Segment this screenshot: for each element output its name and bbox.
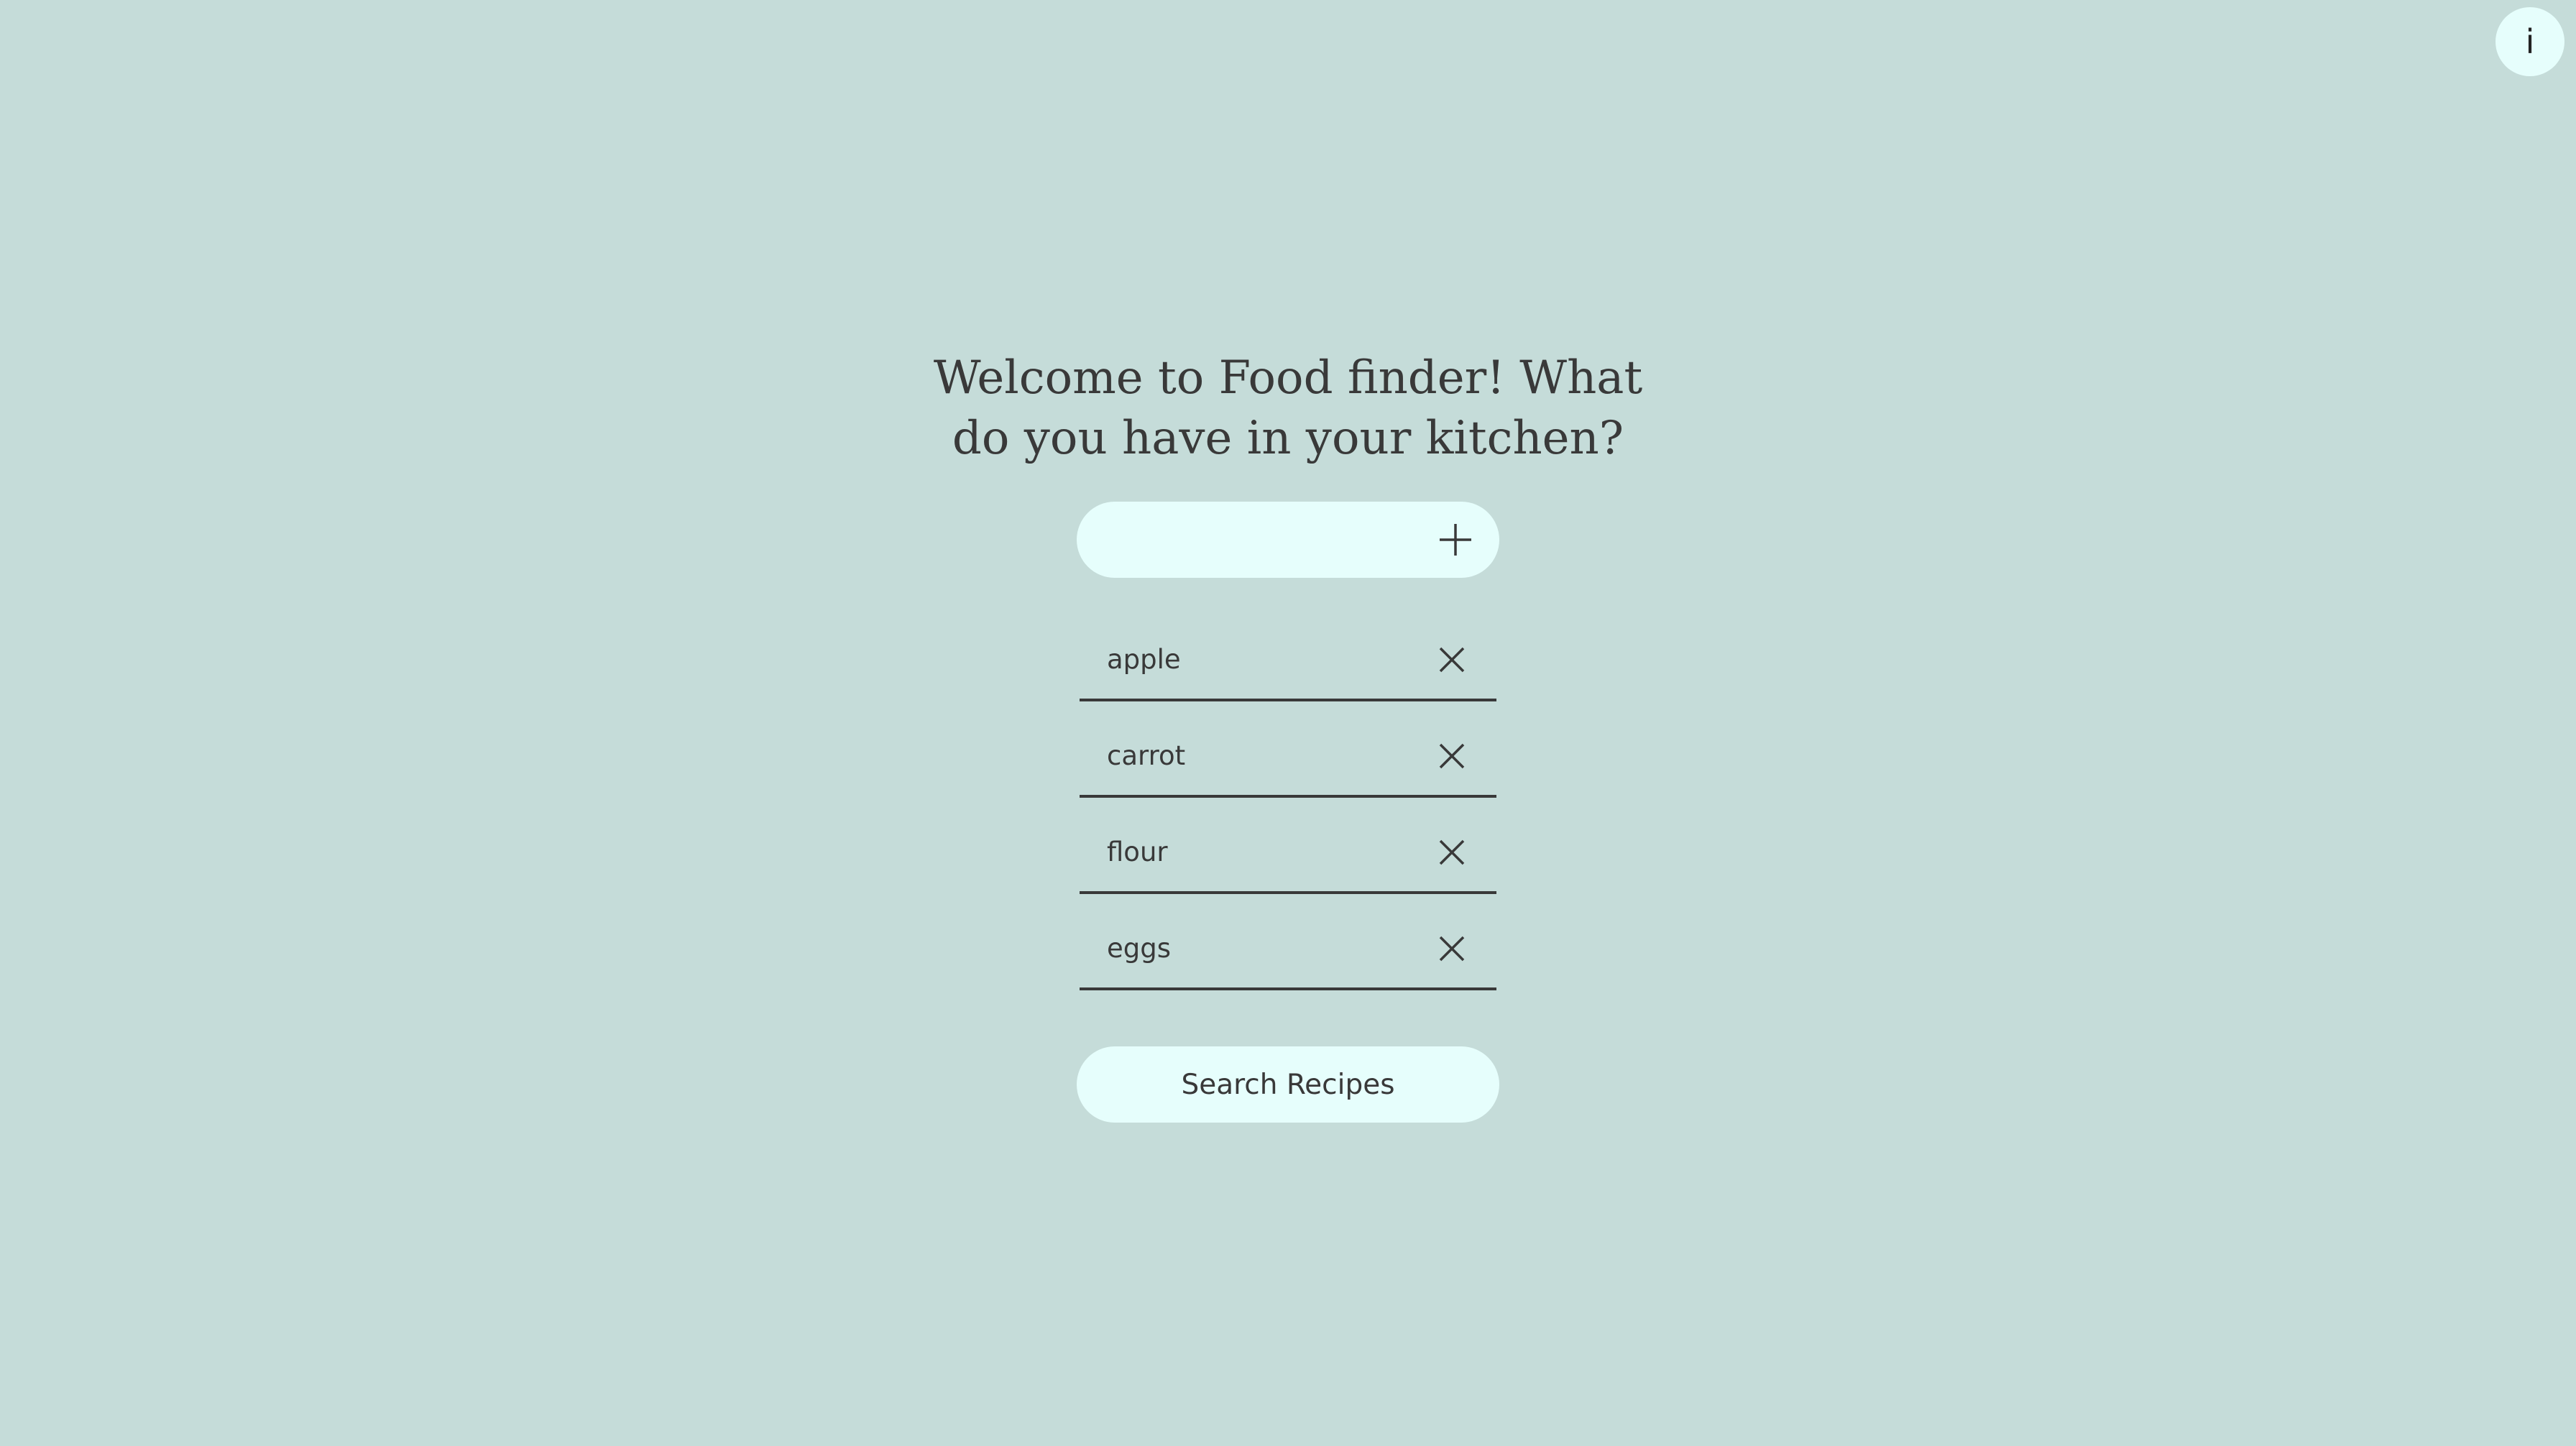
close-icon[interactable] [1436,837,1468,868]
ingredient-name: eggs [1107,933,1172,964]
add-ingredient-button[interactable] [1432,516,1479,563]
close-icon[interactable] [1436,644,1468,676]
info-button[interactable]: i [2496,7,2564,76]
page-title: Welcome to Food finder! What do you have… [933,351,1643,465]
ingredient-name: flour [1107,837,1168,867]
close-icon[interactable] [1436,740,1468,772]
list-item: eggs [1080,907,1496,990]
ingredient-input[interactable] [1105,515,1410,566]
ingredient-name: apple [1107,644,1181,675]
plus-icon [1440,524,1471,556]
list-item: apple [1080,618,1496,701]
info-button-label: i [2525,22,2535,61]
ingredient-name: carrot [1107,740,1186,771]
ingredient-list: apple carrot flour eggs [1080,618,1496,1003]
list-item: flour [1080,811,1496,894]
add-ingredient-field [1077,502,1499,578]
close-icon[interactable] [1436,933,1468,964]
search-recipes-button[interactable]: Search Recipes [1077,1046,1499,1123]
list-item: carrot [1080,714,1496,798]
